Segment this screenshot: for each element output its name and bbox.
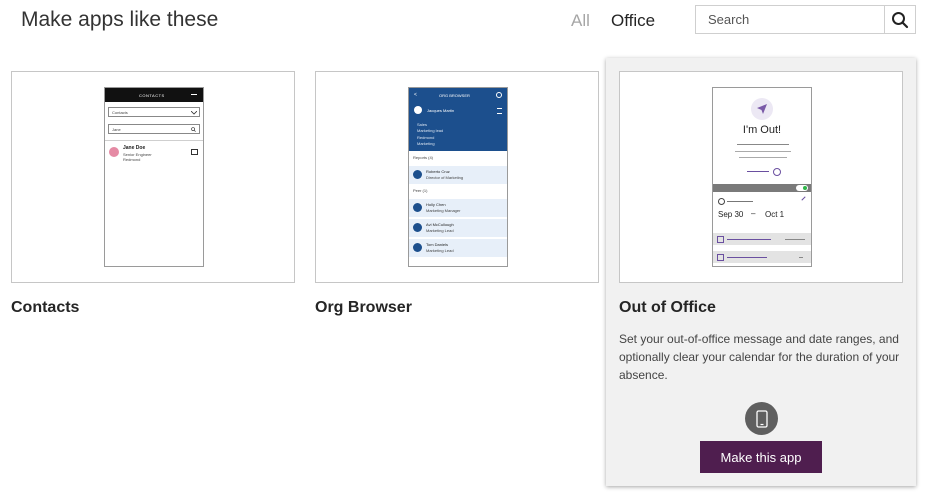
manager-info-4: Marketing (417, 141, 435, 146)
back-icon: < (414, 92, 417, 98)
phone-preview: CONTACTS Contacts Jane Jane Doe Senior E… (104, 87, 204, 267)
preview-title: I'm Out! (742, 124, 782, 136)
list-item: Roberto Cruz Director of Marketing (409, 166, 507, 184)
person-icon (718, 198, 725, 205)
preview-dropdown: Contacts (108, 107, 200, 117)
avatar (413, 223, 422, 232)
preview-row (713, 251, 811, 263)
search-icon (191, 127, 196, 132)
template-preview-org-browser[interactable]: < ORG BROWSER Jacques Martin Sales Marke… (315, 71, 599, 283)
template-name: Out of Office (619, 299, 716, 316)
calendar-icon (717, 236, 724, 243)
section-reports: Reports (4) (413, 155, 434, 160)
edit-circle-icon (773, 168, 781, 176)
search-button[interactable] (884, 6, 915, 33)
template-name: Contacts (11, 299, 80, 316)
search-icon (496, 92, 502, 98)
template-tile-contacts[interactable]: CONTACTS Contacts Jane Jane Doe Senior E… (11, 58, 295, 358)
avatar (413, 243, 422, 252)
start-date: Sep 30 (718, 210, 744, 219)
avatar (413, 203, 422, 212)
preview-search: Jane (108, 124, 200, 134)
paper-plane-icon (757, 104, 767, 114)
preview-row (713, 233, 811, 245)
phone-icon (755, 409, 768, 428)
pencil-icon (801, 196, 806, 201)
calendar-icon (717, 254, 724, 261)
template-preview-out-of-office[interactable]: I'm Out! Sep 30 – Oct 1 (619, 71, 903, 283)
list-item: Avi McCullough Marketing Lead (409, 219, 507, 237)
mail-icon (191, 149, 198, 155)
device-type-badge (745, 402, 778, 435)
phone-preview: I'm Out! Sep 30 – Oct 1 (712, 87, 812, 267)
preview-toggle-bar (713, 184, 811, 192)
manager-info-2: Marketing lead (417, 128, 444, 133)
template-preview-contacts[interactable]: CONTACTS Contacts Jane Jane Doe Senior E… (11, 71, 295, 283)
template-name: Org Browser (315, 299, 412, 316)
manager-info-1: Sales (417, 122, 428, 127)
menu-icon (191, 94, 197, 95)
preview-header: ORG BROWSER (439, 93, 470, 98)
search-input[interactable] (696, 6, 885, 33)
manager-info-3: Redmond (417, 135, 435, 140)
phone-preview: < ORG BROWSER Jacques Martin Sales Marke… (408, 87, 508, 267)
list-item: Holly Chen Marketing Manager (409, 199, 507, 217)
manager-avatar (414, 106, 422, 114)
chevron-down-icon (191, 111, 197, 115)
preview-header: CONTACTS (139, 93, 165, 98)
send-icon-circle (751, 98, 773, 120)
template-description: Set your out-of-office message and date … (619, 332, 900, 382)
search-icon (892, 11, 909, 28)
contact-name: Jane Doe (123, 145, 146, 151)
filter-all[interactable]: All (571, 11, 590, 31)
org-icon (497, 108, 502, 114)
avatar (413, 170, 422, 179)
page-title: Make apps like these (21, 8, 219, 31)
search-box (695, 5, 916, 34)
list-item: Tom Daniels Marketing Lead (409, 239, 507, 257)
contact-location: Redmond (123, 157, 141, 162)
make-this-app-button[interactable]: Make this app (700, 441, 822, 473)
section-peers: Peer (1) (413, 188, 428, 193)
template-tile-out-of-office[interactable]: I'm Out! Sep 30 – Oct 1 Out of Office Se… (606, 58, 916, 486)
template-tile-org-browser[interactable]: < ORG BROWSER Jacques Martin Sales Marke… (315, 58, 599, 358)
manager-name: Jacques Martin (427, 108, 455, 113)
end-date: Oct 1 (765, 210, 785, 219)
avatar (109, 147, 119, 157)
filter-office[interactable]: Office (611, 11, 655, 31)
